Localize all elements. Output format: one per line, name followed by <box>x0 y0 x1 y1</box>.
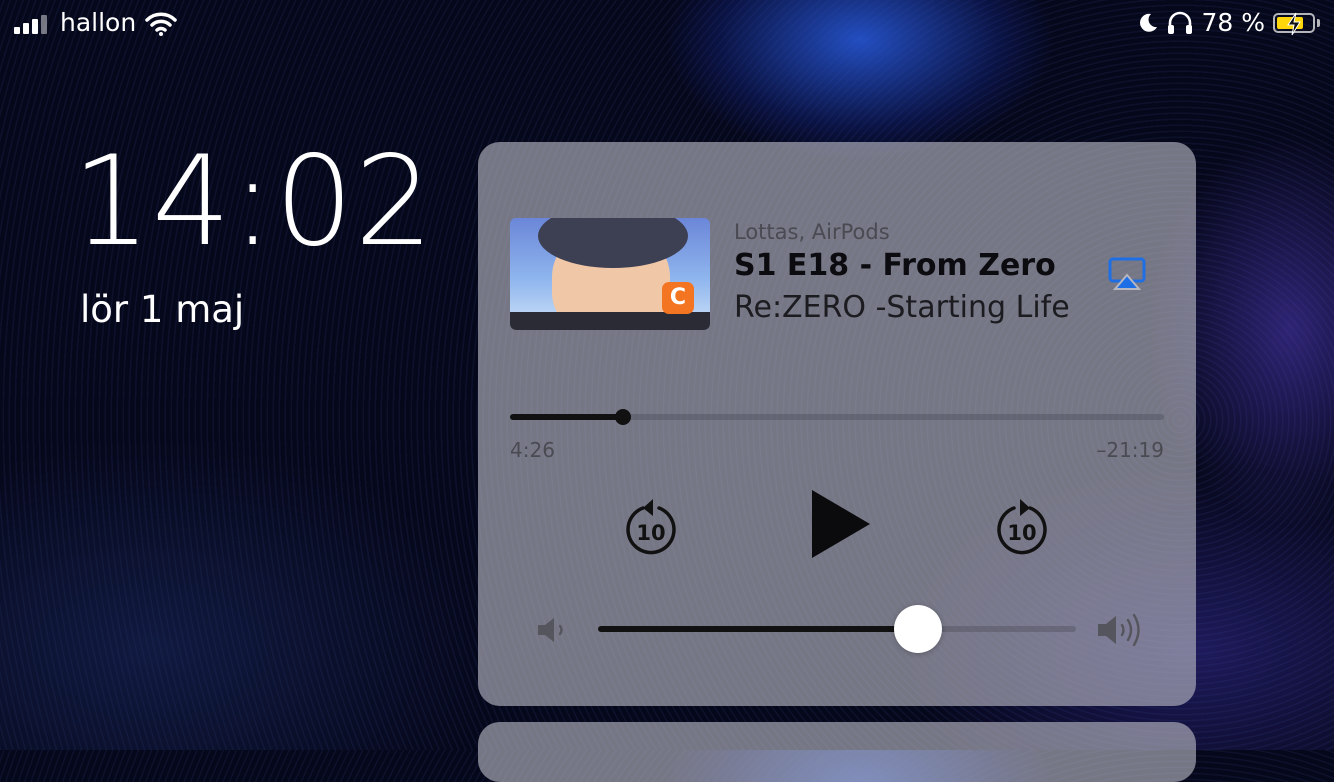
artwork-body <box>510 312 710 330</box>
volume-high-icon <box>1098 613 1140 647</box>
now-playing-widget: C Lottas, AirPods S1 E18 - From Zero Re:… <box>478 142 1196 706</box>
progress-scrubber[interactable] <box>615 409 632 425</box>
app-badge-icon: C <box>662 282 694 314</box>
track-title[interactable]: S1 E18 - From Zero <box>734 248 1056 283</box>
track-subtitle[interactable]: Re:ZERO -Starting Life <box>734 290 1090 325</box>
elapsed-time: 4:26 <box>510 438 555 462</box>
airplay-icon[interactable] <box>1108 256 1146 292</box>
skip-forward-seconds: 10 <box>1007 521 1036 545</box>
play-button[interactable] <box>808 488 872 560</box>
next-notification-card[interactable] <box>478 722 1196 782</box>
lock-screen-time: 14:02 <box>72 130 435 274</box>
volume-knob[interactable] <box>894 605 943 653</box>
signal-icon <box>14 14 47 34</box>
skip-back-seconds: 10 <box>636 521 665 545</box>
moon-icon <box>1140 13 1158 32</box>
carrier-label: hallon <box>60 8 137 37</box>
lock-screen-date: lör 1 maj <box>80 288 245 331</box>
playback-progress-bar[interactable] <box>510 409 1164 425</box>
remaining-time: –21:19 <box>1096 438 1164 462</box>
battery-nub <box>1317 18 1320 27</box>
output-device-label: Lottas, AirPods <box>734 220 890 244</box>
status-right: 78 % <box>1137 8 1320 37</box>
wifi-icon <box>145 12 177 36</box>
album-artwork[interactable]: C <box>510 218 710 330</box>
volume-slider[interactable] <box>598 605 1076 653</box>
battery-charging-icon <box>1273 12 1315 35</box>
skip-forward-button[interactable]: 10 <box>994 494 1050 556</box>
progress-fill <box>510 414 624 420</box>
skip-back-button[interactable]: 10 <box>623 494 679 556</box>
volume-low-icon <box>538 618 563 642</box>
headphones-icon <box>1168 11 1193 34</box>
battery-percentage: 78 % <box>1201 8 1265 37</box>
volume-fill <box>598 626 919 632</box>
status-bar: hallon 78 % <box>0 0 1334 50</box>
